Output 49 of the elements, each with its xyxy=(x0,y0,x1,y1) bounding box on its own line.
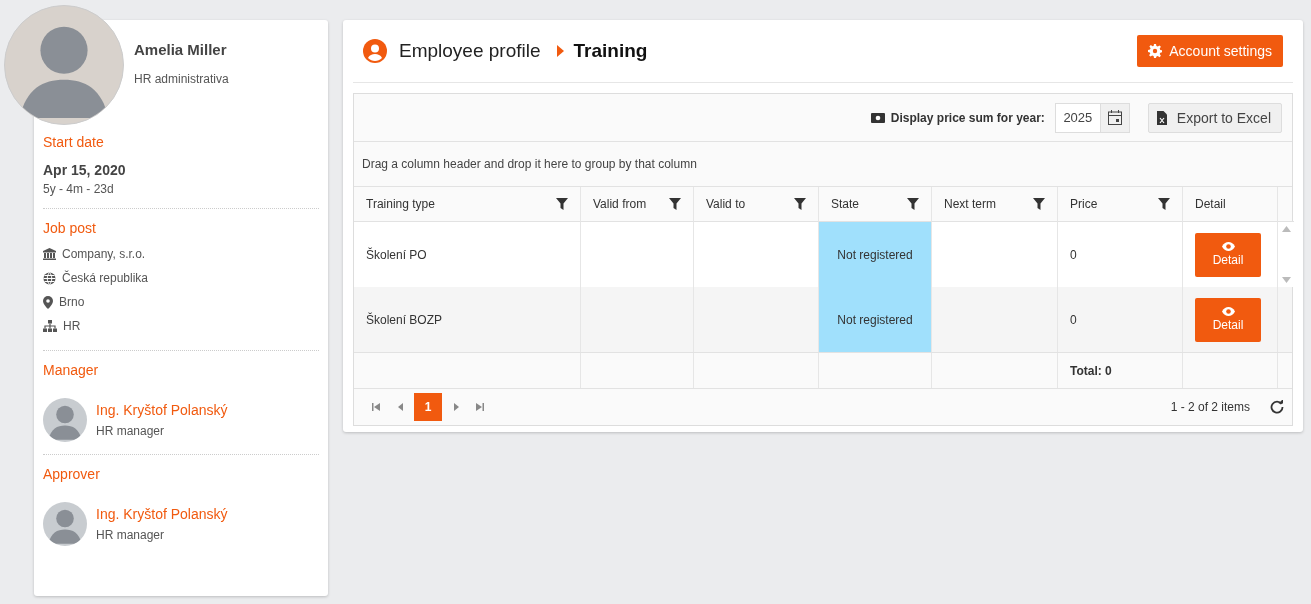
export-to-excel-button[interactable]: Export to Excel xyxy=(1147,102,1282,133)
year-picker-field[interactable]: 2025 xyxy=(1054,102,1130,133)
pager-info: 1 - 2 of 2 items xyxy=(1170,400,1250,414)
total-text: Total: 0 xyxy=(1070,363,1112,378)
tenure-text: 5y - 4m - 23d xyxy=(43,182,114,196)
person-role: HR manager xyxy=(96,424,165,438)
group-by-hint: Drag a column header and drop it here to group by that column xyxy=(362,157,697,171)
section-label: Job post xyxy=(43,220,96,236)
avatar-placeholder xyxy=(43,398,87,442)
first-page-icon[interactable] xyxy=(372,403,380,411)
caret-right-icon xyxy=(556,45,564,57)
calendar-icon[interactable] xyxy=(1107,110,1122,125)
section-label: Start date xyxy=(43,134,104,150)
start-date: Apr 15, 2020 xyxy=(43,162,126,178)
job-post-text: HR xyxy=(63,319,81,333)
excel-file-icon xyxy=(1156,110,1167,125)
eye-icon xyxy=(1221,307,1235,316)
section-label: Approver xyxy=(43,466,100,482)
employee-role: HR administrativa xyxy=(134,72,229,86)
price-sum-label: Display price sum for year: xyxy=(890,110,1045,125)
bank-icon xyxy=(43,248,56,260)
filter-icon[interactable] xyxy=(669,198,681,210)
globe-icon xyxy=(43,271,56,285)
page-title: Training xyxy=(573,40,648,62)
map-pin-icon xyxy=(43,295,53,309)
filter-icon[interactable] xyxy=(1033,198,1045,210)
state-cell: Not registered xyxy=(819,287,932,352)
filter-icon[interactable] xyxy=(556,198,568,210)
avatar-placeholder xyxy=(43,502,87,546)
gear-icon xyxy=(1148,44,1163,58)
breadcrumb-link[interactable]: Employee profile xyxy=(399,40,541,62)
state-cell: Not registered xyxy=(819,222,932,287)
person-role: HR manager xyxy=(96,528,165,542)
section-label: Manager xyxy=(43,362,99,378)
last-page-icon[interactable] xyxy=(476,403,484,411)
employee-name: Amelia Miller xyxy=(134,41,227,58)
org-chart-icon xyxy=(43,320,57,332)
job-post-text: Česká republika xyxy=(62,271,149,285)
eye-icon xyxy=(1221,242,1235,251)
filter-icon[interactable] xyxy=(907,198,919,210)
filter-icon[interactable] xyxy=(794,198,806,210)
money-icon xyxy=(870,112,885,123)
job-post-text: Brno xyxy=(59,295,85,309)
filter-icon[interactable] xyxy=(1158,198,1170,210)
next-page-icon[interactable] xyxy=(453,403,459,411)
user-circle-icon xyxy=(363,39,387,63)
refresh-icon[interactable] xyxy=(1270,400,1284,414)
previous-page-icon[interactable] xyxy=(397,403,403,411)
job-post-text: Company, s.r.o. xyxy=(62,247,146,261)
